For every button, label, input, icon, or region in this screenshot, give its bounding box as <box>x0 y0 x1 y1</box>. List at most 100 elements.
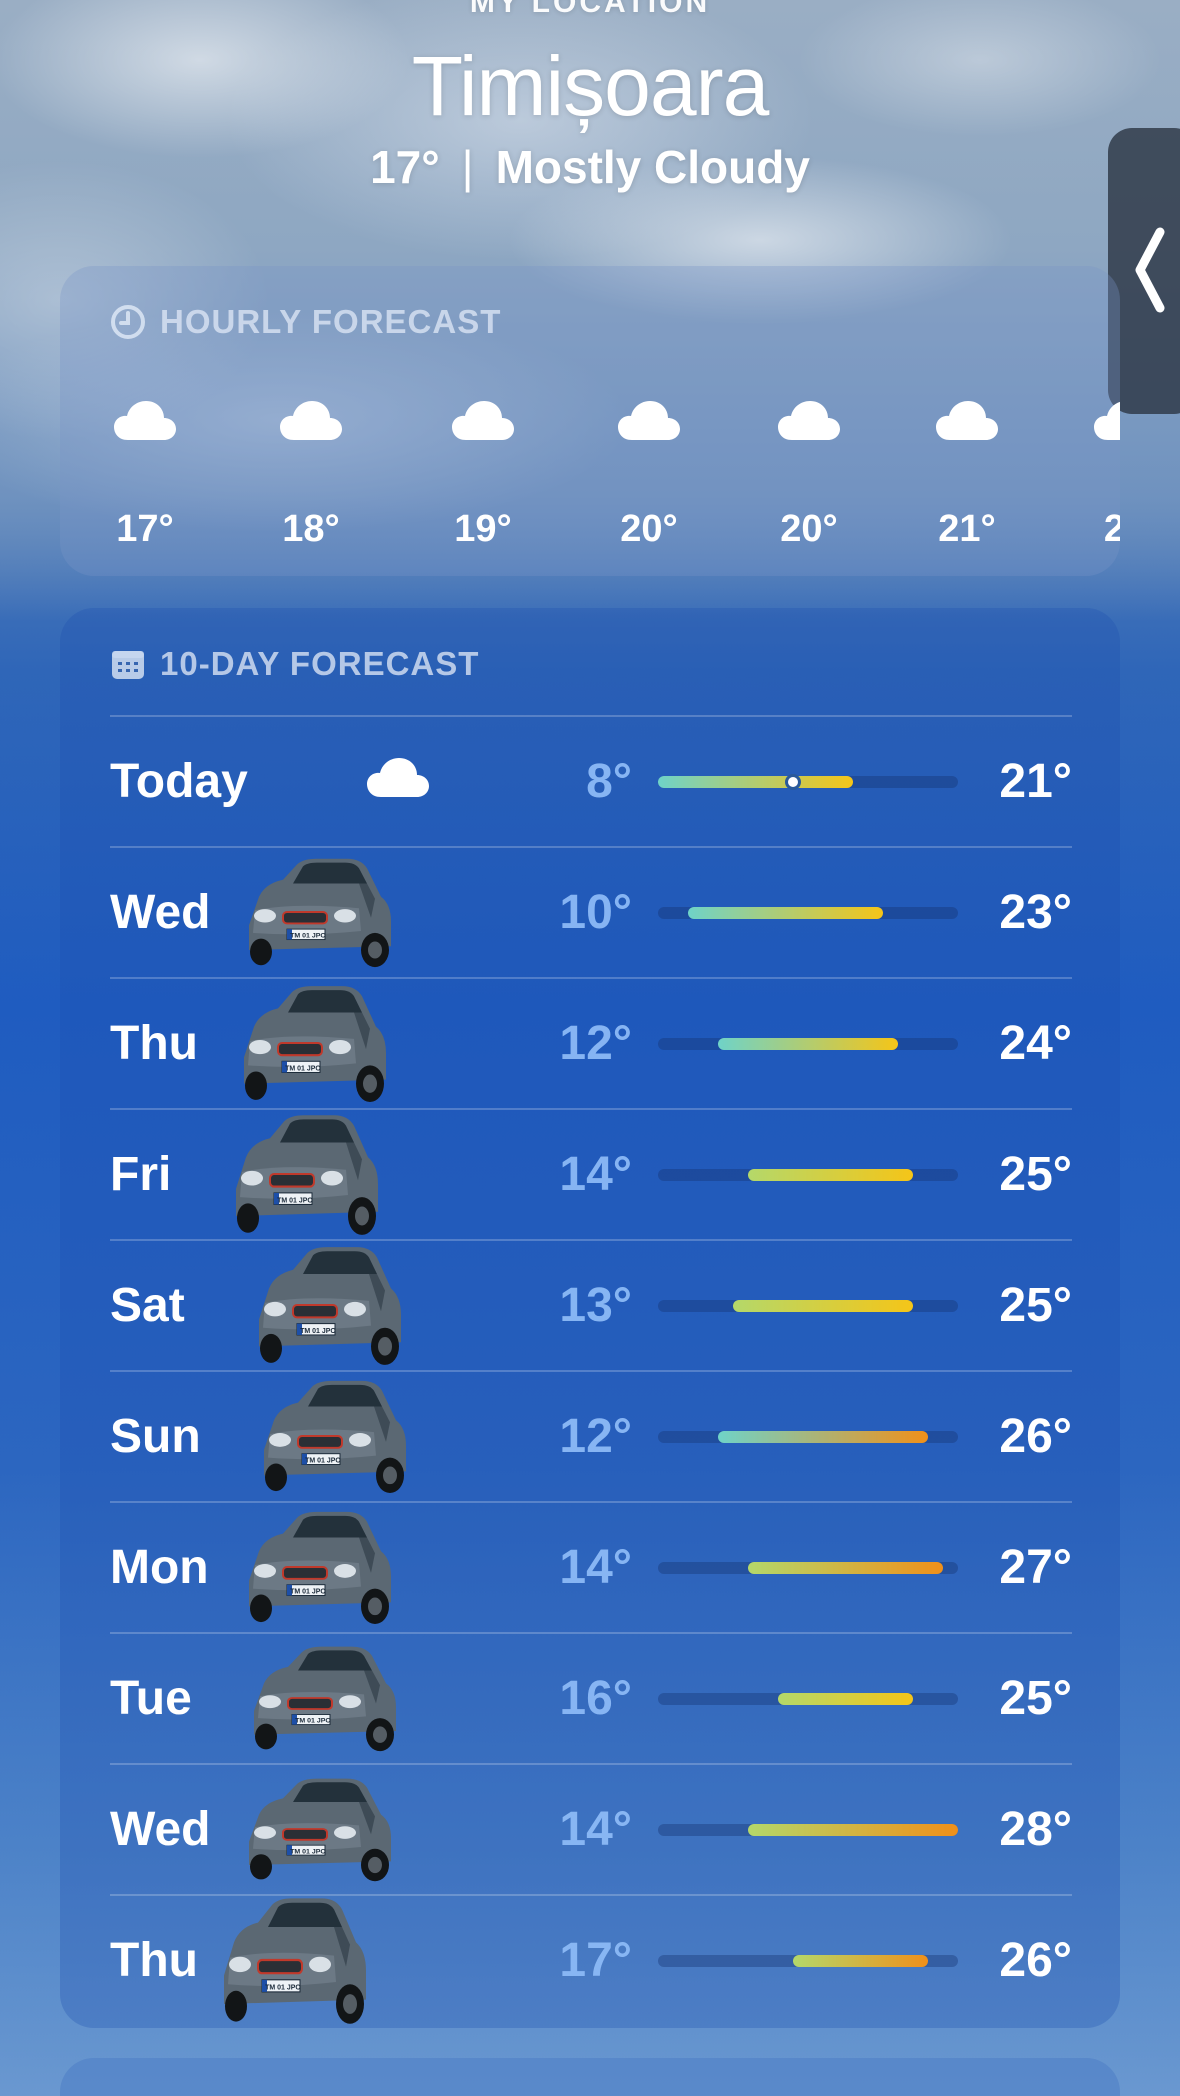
low-temp: 14° <box>559 1803 632 1856</box>
hourly-forecast-card[interactable]: HOURLY FORECAST 17° 18° 19° 20° 20° 21° 21 <box>60 266 1120 576</box>
hourly-item: 20° <box>749 398 869 550</box>
high-temp: 25° <box>999 1279 1072 1332</box>
day-label: Sat <box>110 1279 185 1332</box>
hourly-temp: 20° <box>620 508 678 550</box>
low-temp: 12° <box>559 1017 632 1070</box>
car-image: TM 01 JPO <box>244 986 386 1102</box>
forecast-row[interactable]: Wed TM 01 JPO 14° 28° <box>60 1764 1120 1895</box>
forecast-row[interactable]: Fri TM 01 JPO 14° 25° <box>60 1109 1120 1240</box>
temp-range-bar <box>718 1038 898 1050</box>
forecast-row[interactable]: Tue TM 01 JPO 16° 25° <box>60 1633 1120 1764</box>
current-temp-dot <box>785 774 801 790</box>
cloud-icon <box>778 401 840 440</box>
temp-range-bar <box>718 1431 928 1443</box>
license-plate: TM 01 JPO <box>295 1718 331 1725</box>
ten-day-forecast-card[interactable]: 10-DAY FORECAST Today 8° 21° Wed TM 01 JPO 10… <box>60 608 1120 2028</box>
ten-day-title-label: 10-DAY FORECAST <box>160 645 480 682</box>
day-label: Mon <box>110 1541 209 1594</box>
hourly-temp: 18° <box>282 508 340 550</box>
car-image: TM 01 JPO <box>224 1898 366 2024</box>
license-plate: TM 01 JPO <box>290 1849 326 1856</box>
day-label: Sun <box>110 1410 201 1463</box>
cloud-icon <box>114 401 176 440</box>
forecast-row[interactable]: Sat TM 01 JPO 13° 25° <box>60 1240 1120 1371</box>
forecast-row[interactable]: Mon TM 01 JPO 14° 27° <box>60 1502 1120 1633</box>
car-image: TM 01 JPO <box>249 1511 391 1625</box>
condition-text: Mostly Cloudy <box>495 141 810 193</box>
hourly-item: 20° <box>589 398 709 550</box>
hourly-temp: 21 <box>1103 508 1120 550</box>
car-image: TM 01 JPO <box>249 858 391 968</box>
current-conditions: 17° | Mostly Cloudy <box>0 140 1180 194</box>
temp-range-track <box>658 907 958 919</box>
hourly-forecast-title: HOURLY FORECAST <box>110 302 501 342</box>
license-plate: TM 01 JPO <box>290 1589 326 1596</box>
forecast-row[interactable]: Thu TM 01 JPO 17° 26° <box>60 1895 1120 2026</box>
hourly-item: 17° <box>85 398 205 550</box>
temp-range-track <box>658 1431 958 1443</box>
temp-range-track <box>658 1693 958 1705</box>
cloud-icon <box>618 401 680 440</box>
temp-range-bar <box>748 1824 958 1836</box>
next-card[interactable] <box>60 2058 1120 2096</box>
clock-icon <box>111 305 145 339</box>
current-temperature: 17° <box>370 141 440 193</box>
car-image: TM 01 JPO <box>264 1380 406 1494</box>
low-temp: 8° <box>586 755 632 808</box>
temp-range-track <box>658 1038 958 1050</box>
car-image: TM 01 JPO <box>249 1778 391 1882</box>
hourly-temp: 20° <box>780 508 838 550</box>
high-temp: 25° <box>999 1148 1072 1201</box>
cloud-icon <box>367 758 429 797</box>
temp-range-track <box>658 1824 958 1836</box>
cloud-icon <box>1094 401 1120 440</box>
day-label: Thu <box>110 1017 198 1070</box>
hourly-title-label: HOURLY FORECAST <box>160 303 502 340</box>
hourly-item: 18° <box>251 398 371 550</box>
temp-range-track <box>658 1955 958 1967</box>
hourly-temp: 21° <box>938 508 996 550</box>
high-temp: 28° <box>999 1803 1072 1856</box>
day-label: Wed <box>110 886 211 939</box>
car-image: TM 01 JPO <box>236 1115 378 1235</box>
temp-range-bar <box>733 1300 913 1312</box>
temp-range-track <box>658 1300 958 1312</box>
day-label: Fri <box>110 1148 172 1201</box>
forecast-row[interactable]: Thu TM 01 JPO 12° 24° <box>60 978 1120 1109</box>
forecast-row[interactable]: Sun TM 01 JPO 12° 26° <box>60 1371 1120 1502</box>
temp-range-bar <box>778 1693 913 1705</box>
cloud-icon <box>936 401 998 440</box>
high-temp: 27° <box>999 1541 1072 1594</box>
license-plate: TM 01 JPO <box>277 1196 313 1204</box>
ten-day-forecast-title: 10-DAY FORECAST <box>110 644 479 684</box>
hourly-item: 21 <box>1065 398 1120 550</box>
day-label: Today <box>110 755 248 808</box>
low-temp: 13° <box>559 1279 632 1332</box>
temp-range-bar <box>748 1562 943 1574</box>
license-plate: TM 01 JPO <box>305 1458 341 1465</box>
high-temp: 25° <box>999 1672 1072 1725</box>
high-temp: 23° <box>999 886 1072 939</box>
hourly-item: 19° <box>423 398 543 550</box>
forecast-row[interactable]: Today 8° 21° <box>60 716 1120 847</box>
high-temp: 24° <box>999 1017 1072 1070</box>
temp-range-track <box>658 1169 958 1181</box>
cloud-icon <box>280 401 342 440</box>
car-image: TM 01 JPO <box>259 1247 401 1365</box>
location-label: MY LOCATION <box>469 0 711 19</box>
forecast-row[interactable]: Wed TM 01 JPO 10° 23° <box>60 847 1120 978</box>
license-plate: TM 01 JPO <box>265 1982 301 1991</box>
low-temp: 16° <box>559 1672 632 1725</box>
hourly-item: 21° <box>907 398 1027 550</box>
car-image: TM 01 JPO <box>254 1646 396 1752</box>
temp-range-track <box>658 774 958 790</box>
hourly-temp: 19° <box>454 508 512 550</box>
low-temp: 14° <box>559 1541 632 1594</box>
low-temp: 12° <box>559 1410 632 1463</box>
day-label: Thu <box>110 1934 198 1987</box>
hourly-temp: 17° <box>116 508 174 550</box>
separator: | <box>461 141 474 193</box>
low-temp: 10° <box>559 886 632 939</box>
temp-range-bar <box>748 1169 913 1181</box>
license-plate: TM 01 JPO <box>285 1065 321 1072</box>
